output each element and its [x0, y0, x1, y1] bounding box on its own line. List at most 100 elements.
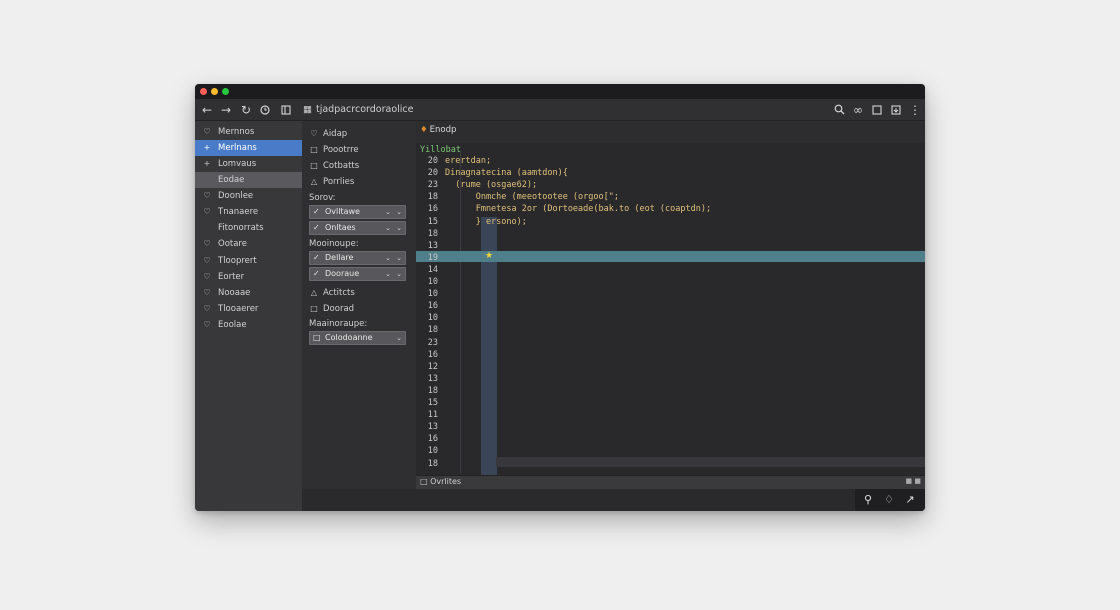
more-icon[interactable]: ⋮: [907, 101, 923, 119]
sidebar-item-tlooprert[interactable]: ♡ Tlooprert: [195, 253, 302, 269]
line-number: 20: [427, 168, 438, 179]
code-editor[interactable]: ♦ Enodp Yillobat 20 erertdan; 20 Dinagnateci…: [416, 121, 925, 489]
sidebar: ♡ Mernnos + Merlnans + Lomvaus Eodae ♡ Doonlee ♡ T…: [195, 121, 302, 511]
select-onltaes[interactable]: ✓ Onltaes ⌄ ⌄: [309, 221, 406, 235]
check-icon: ✓: [313, 253, 320, 262]
panel-item-cotbatts[interactable]: □ Cotbatts: [302, 158, 410, 174]
person-icon[interactable]: ⚲: [861, 493, 875, 507]
code-line[interactable]: 18 Onmche (meeotootee (orgoo[";: [416, 192, 925, 203]
code-line[interactable]: 10: [416, 313, 925, 324]
line-number: 10: [427, 289, 438, 300]
heart-icon: ♡: [203, 256, 211, 265]
sidebar-item-fitonorrats[interactable]: Fitonorrats: [195, 220, 302, 236]
line-number: 15: [427, 398, 438, 408]
options-panel: ♡ Aidap □ Poootrre □ Cotbatts △ Porrlies…: [302, 121, 521, 511]
code-line[interactable]: 23 (rume (osgae62);: [416, 180, 925, 191]
code-line[interactable]: 10: [416, 277, 925, 288]
sidebar-item-label: Ootare: [218, 239, 247, 249]
check-icon: ✓: [313, 269, 320, 278]
code-line[interactable]: 11: [416, 410, 925, 421]
horizontal-scrollbar[interactable]: [496, 457, 925, 467]
chevron-down-icon: ⌄: [396, 270, 402, 278]
select-ovlltawe[interactable]: ✓ Ovlltawe ⌄ ⌄: [309, 205, 406, 219]
minimize-window-button[interactable]: [211, 88, 218, 95]
code-line[interactable]: 10: [416, 446, 925, 457]
doc-icon: □: [310, 145, 318, 154]
chevron-down-icon: ⌄: [396, 334, 402, 342]
select-dooraue[interactable]: ✓ Dooraue ⌄ ⌄: [309, 267, 406, 281]
code-line[interactable]: 10: [416, 289, 925, 300]
code-line[interactable]: 18: [416, 325, 925, 336]
sidebar-item-ootare[interactable]: ♡ Ootare: [195, 236, 302, 252]
code-line[interactable]: 16: [416, 434, 925, 445]
line-number: 14: [427, 264, 438, 275]
chevron-down-icon: ⌄: [396, 208, 402, 216]
square-icon[interactable]: ■: [906, 477, 913, 485]
arrow-right-icon[interactable]: →: [218, 101, 234, 119]
code-line[interactable]: 18: [416, 229, 925, 240]
code-line[interactable]: 15 } ersono);: [416, 217, 925, 228]
line-number: 16: [427, 349, 438, 360]
plus-icon: +: [203, 143, 211, 152]
sidebar-icon[interactable]: [278, 101, 294, 119]
clock-icon[interactable]: [257, 101, 273, 119]
arrow-left-icon[interactable]: ←: [199, 101, 215, 119]
panel-item-doorad[interactable]: □ Doorad: [302, 301, 410, 317]
code-line[interactable]: 20 erertdan;: [416, 156, 925, 167]
file-icon: ▦: [303, 104, 312, 115]
close-window-button[interactable]: [200, 88, 207, 95]
code-line[interactable]: 12: [416, 362, 925, 373]
select-dellare[interactable]: ✓ Dellare ⌄ ⌄: [309, 251, 406, 265]
triangle-icon: △: [310, 288, 318, 297]
plus-icon: +: [203, 159, 211, 168]
panel-item-porrlies[interactable]: △ Porrlies: [302, 174, 410, 190]
line-number: 18: [427, 228, 438, 239]
heart-icon: ♡: [203, 272, 211, 281]
status-actions: ⚲ ♢ ↗: [855, 489, 925, 511]
sidebar-item-tnanaere[interactable]: ♡ Tnanaere: [195, 204, 302, 220]
sidebar-item-merlnans[interactable]: + Merlnans: [195, 140, 302, 156]
line-number: 15: [427, 216, 438, 227]
code-line[interactable]: 16 Fmnetesa 2or (Dortoeade(bak.to (eot (…: [416, 204, 925, 215]
download-icon[interactable]: [888, 101, 904, 119]
code-line[interactable]: 16: [416, 301, 925, 312]
sidebar-item-eoolae[interactable]: ♡ Eoolae: [195, 317, 302, 333]
sidebar-item-nooaae[interactable]: ♡ Nooaae: [195, 285, 302, 301]
sidebar-item-eorter[interactable]: ♡ Eorter: [195, 269, 302, 285]
heart-icon: ♡: [203, 239, 211, 248]
panel-item-aidap[interactable]: ♡ Aidap: [302, 126, 410, 142]
toolbar: ← → ↻ ▦ tjadpacrcordoraolice ∞ ⋮: [195, 99, 925, 121]
square-icon[interactable]: ■: [914, 477, 921, 485]
select-colodoanne[interactable]: □ Colodoanne ⌄: [309, 331, 406, 345]
sidebar-item-label: Nooaae: [218, 288, 251, 298]
reload-icon[interactable]: ↻: [238, 101, 254, 119]
panel-item-poootrre[interactable]: □ Poootrre: [302, 142, 410, 158]
sidebar-item-lomvaus[interactable]: + Lomvaus: [195, 156, 302, 172]
code-line[interactable]: 13: [416, 374, 925, 385]
heart-icon: ♡: [203, 320, 211, 329]
search-icon[interactable]: [831, 101, 847, 119]
code-line[interactable]: 18: [416, 386, 925, 397]
line-number: 11: [427, 410, 438, 421]
code-line[interactable]: 16: [416, 350, 925, 361]
square-icon[interactable]: [869, 101, 885, 119]
code-line[interactable]: 14: [416, 265, 925, 276]
panel-item-actitcts[interactable]: △ Actitcts: [302, 285, 410, 301]
sidebar-item-doonlee[interactable]: ♡ Doonlee: [195, 188, 302, 204]
sidebar-item-mernnos[interactable]: ♡ Mernnos: [195, 124, 302, 140]
code-line[interactable]: 20 Dinagnatecina (aamtdon){: [416, 168, 925, 179]
editor-tab[interactable]: ♦ Enodp: [416, 121, 925, 143]
star-icon[interactable]: ★: [485, 251, 493, 262]
sidebar-item-tlooaerer[interactable]: ♡ Tlooaerer: [195, 301, 302, 317]
zoom-window-button[interactable]: [222, 88, 229, 95]
address-bar[interactable]: ▦ tjadpacrcordoraolice: [303, 102, 413, 118]
code-line[interactable]: 23: [416, 338, 925, 349]
app-window: ← → ↻ ▦ tjadpacrcordoraolice ∞ ⋮ ♡ Mernnos…: [195, 84, 925, 511]
code-line[interactable]: 13: [416, 422, 925, 433]
line-number: 18: [427, 325, 438, 336]
sidebar-item-eodae[interactable]: Eodae: [195, 172, 302, 188]
wand-icon[interactable]: ∞: [850, 101, 866, 119]
bell-icon[interactable]: ♢: [882, 493, 896, 507]
share-icon[interactable]: ↗: [903, 493, 917, 507]
code-line[interactable]: 15: [416, 398, 925, 409]
